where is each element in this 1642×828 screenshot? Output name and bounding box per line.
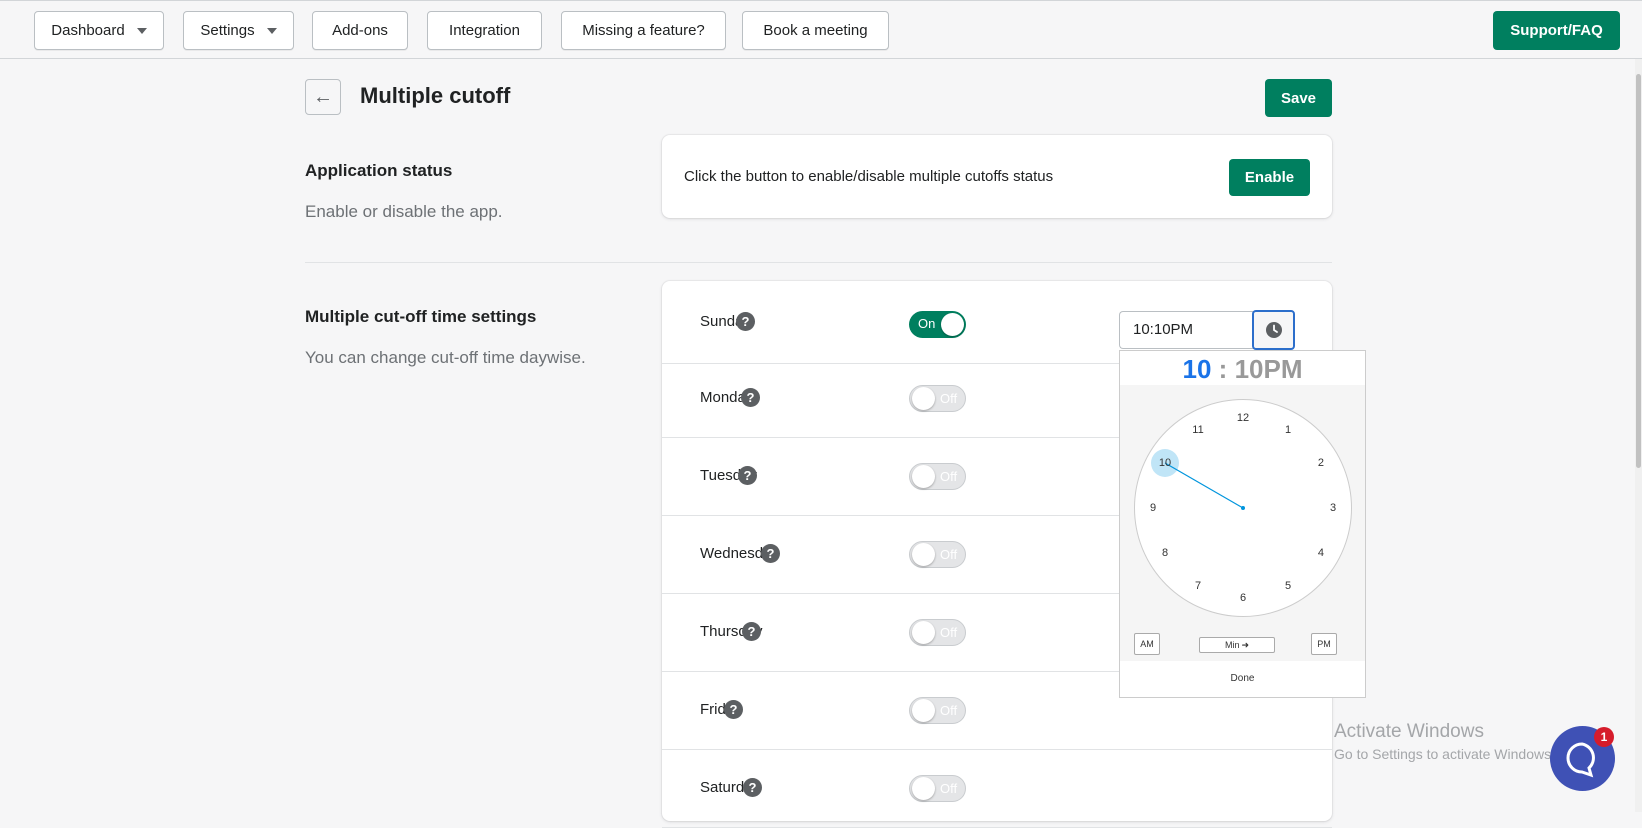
toggle-state-label: Off [940,391,958,406]
help-icon[interactable]: ? [741,388,760,407]
clock-hour-6[interactable]: 6 [1233,590,1253,606]
clock-icon [1265,322,1282,338]
clock-hour-5[interactable]: 5 [1278,578,1298,594]
chat-notification-badge: 1 [1594,727,1614,747]
settings-label: Settings [200,22,255,39]
arrow-right-icon: ➜ [1241,639,1250,650]
clock-picker-header: 10 : 10PM [1120,351,1365,385]
top-navigation: Dashboard Settings Add-ons Integration M… [0,0,1642,59]
clock-hour-10[interactable]: 10 [1155,455,1175,471]
toggle-state-label: Off [940,781,958,796]
day-toggle[interactable]: Off [909,697,966,724]
integration-button[interactable]: Integration [427,11,542,50]
clock-hand [1164,462,1245,510]
help-icon[interactable]: ? [743,778,762,797]
help-icon[interactable]: ? [742,622,761,641]
picker-minute[interactable]: 10PM [1235,354,1303,384]
pm-button[interactable]: PM [1311,633,1337,655]
am-button[interactable]: AM [1134,633,1160,655]
cutoff-settings-title: Multiple cut-off time settings [305,307,537,326]
day-toggle[interactable]: Off [909,541,966,568]
dashboard-label: Dashboard [51,22,125,39]
page-title: Multiple cutoff [360,83,511,108]
app-status-title: Application status [305,161,453,180]
toggle-knob [912,465,935,488]
toggle-knob [941,313,964,336]
clock-picker-body: 12 1 2 3 4 5 6 7 8 9 10 11 AM Min ➜ PM [1120,385,1365,661]
toggle-state-label: Off [940,625,958,640]
day-row-saturday: Saturday? Off [662,749,1332,828]
done-button[interactable]: Done [1120,673,1365,684]
caret-down-icon [136,27,147,34]
settings-dropdown[interactable]: Settings [183,11,294,50]
clock-hour-7[interactable]: 7 [1188,578,1208,594]
toggle-knob [912,699,935,722]
clock-hour-8[interactable]: 8 [1155,545,1175,561]
day-toggle[interactable]: On [909,311,966,338]
addons-button[interactable]: Add-ons [312,11,408,50]
clock-picker-button[interactable] [1252,310,1295,350]
help-icon[interactable]: ? [738,466,757,485]
book-meeting-button[interactable]: Book a meeting [742,11,889,50]
help-icon[interactable]: ? [761,544,780,563]
app-status-description: Enable or disable the app. [305,202,503,221]
section-divider [305,262,1332,263]
picker-separator: : [1218,354,1228,384]
scrollbar-thumb[interactable] [1636,74,1641,468]
clock-picker-popover: 10 : 10PM 12 1 2 3 4 5 6 7 8 9 10 11 AM Min ➜ PM Do… [1119,350,1366,698]
toggle-knob [912,777,935,800]
clock-hour-9[interactable]: 9 [1143,500,1163,516]
toggle-knob [912,621,935,644]
toggle-state-label: On [918,316,936,331]
toggle-state-label: Off [940,703,958,718]
day-toggle[interactable]: Off [909,385,966,412]
minute-mode-label: Min [1224,640,1240,650]
toggle-knob [912,543,935,566]
arrow-left-icon: ← [313,85,333,108]
sunday-time-input[interactable]: 10:10PM [1119,311,1254,349]
back-button[interactable]: ← [305,79,341,115]
enable-button[interactable]: Enable [1229,159,1310,196]
cutoff-settings-description: You can change cut-off time daywise. [305,348,586,367]
help-icon[interactable]: ? [724,700,743,719]
toggle-knob [912,387,935,410]
save-button[interactable]: Save [1265,79,1332,117]
clock-dial[interactable]: 12 1 2 3 4 5 6 7 8 9 10 11 [1134,399,1352,617]
day-toggle[interactable]: Off [909,463,966,490]
help-icon[interactable]: ? [736,312,755,331]
clock-hour-2[interactable]: 2 [1311,455,1331,471]
activate-windows-title: Activate Windows [1334,721,1484,742]
day-toggle[interactable]: Off [909,619,966,646]
clock-hour-1[interactable]: 1 [1278,422,1298,438]
day-toggle[interactable]: Off [909,775,966,802]
caret-down-icon [266,27,277,34]
clock-hour-12[interactable]: 12 [1233,410,1253,426]
missing-feature-button[interactable]: Missing a feature? [561,11,726,50]
minute-mode-button[interactable]: Min ➜ [1199,637,1275,653]
dashboard-dropdown[interactable]: Dashboard [34,11,164,50]
clock-hour-11[interactable]: 11 [1188,422,1208,438]
clock-hour-3[interactable]: 3 [1323,500,1343,516]
support-faq-button[interactable]: Support/FAQ [1493,11,1620,50]
clock-hour-4[interactable]: 4 [1311,545,1331,561]
picker-hour[interactable]: 10 [1183,354,1212,384]
app-status-card-text: Click the button to enable/disable multi… [684,168,1054,185]
toggle-state-label: Off [940,547,958,562]
activate-windows-subtitle: Go to Settings to activate Windows. [1334,746,1555,762]
toggle-state-label: Off [940,469,958,484]
